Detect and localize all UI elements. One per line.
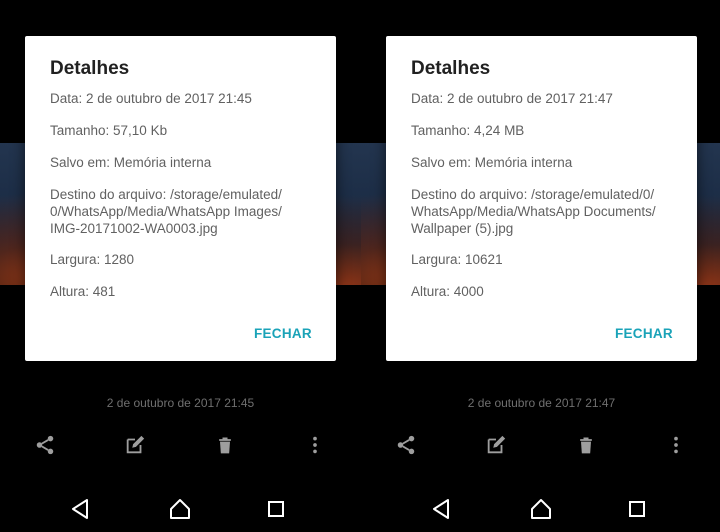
details-dialog: Detalhes Data: 2 de outubro de 2017 21:4… (386, 36, 697, 361)
detail-file-path: Destino do arquivo: /storage/emulated/ 0… (50, 187, 282, 236)
more-vert-icon[interactable] (663, 432, 689, 458)
detail-width: Largura: 10621 (411, 252, 503, 267)
detail-saved-in: Salvo em: Memória interna (50, 155, 212, 170)
detail-file-path: Destino do arquivo: /storage/emulated/0/… (411, 187, 656, 236)
delete-icon[interactable] (212, 432, 238, 458)
details-dialog: Detalhes Data: 2 de outubro de 2017 21:4… (25, 36, 336, 361)
close-button[interactable]: FECHAR (615, 326, 673, 341)
dialog-title: Detalhes (50, 58, 130, 79)
detail-saved-in: Salvo em: Memória interna (411, 155, 573, 170)
system-nav-bar (0, 494, 361, 524)
photo-action-bar (0, 432, 361, 460)
back-icon[interactable] (65, 494, 95, 524)
detail-date: Data: 2 de outubro de 2017 21:45 (50, 91, 252, 106)
system-nav-bar (361, 494, 720, 524)
recents-icon[interactable] (261, 494, 291, 524)
photo-action-bar (361, 432, 720, 460)
screen-left: Detalhes Data: 2 de outubro de 2017 21:4… (0, 0, 361, 532)
photo-timestamp: 2 de outubro de 2017 21:45 (106, 396, 255, 410)
close-button[interactable]: FECHAR (254, 326, 312, 341)
detail-size: Tamanho: 4,24 MB (411, 123, 525, 138)
dialog-title: Detalhes (411, 58, 491, 79)
edit-icon[interactable] (122, 432, 148, 458)
home-icon[interactable] (526, 494, 556, 524)
detail-size: Tamanho: 57,10 Kb (50, 123, 168, 138)
screen-right: Detalhes Data: 2 de outubro de 2017 21:4… (361, 0, 720, 532)
detail-height: Altura: 481 (50, 284, 116, 299)
photo-timestamp: 2 de outubro de 2017 21:47 (467, 396, 616, 410)
edit-icon[interactable] (483, 432, 509, 458)
detail-height: Altura: 4000 (411, 284, 484, 299)
home-icon[interactable] (165, 494, 195, 524)
share-icon[interactable] (32, 432, 58, 458)
more-vert-icon[interactable] (302, 432, 328, 458)
recents-icon[interactable] (622, 494, 652, 524)
back-icon[interactable] (426, 494, 456, 524)
detail-date: Data: 2 de outubro de 2017 21:47 (411, 91, 613, 106)
detail-width: Largura: 1280 (50, 252, 135, 267)
delete-icon[interactable] (573, 432, 599, 458)
share-icon[interactable] (393, 432, 419, 458)
